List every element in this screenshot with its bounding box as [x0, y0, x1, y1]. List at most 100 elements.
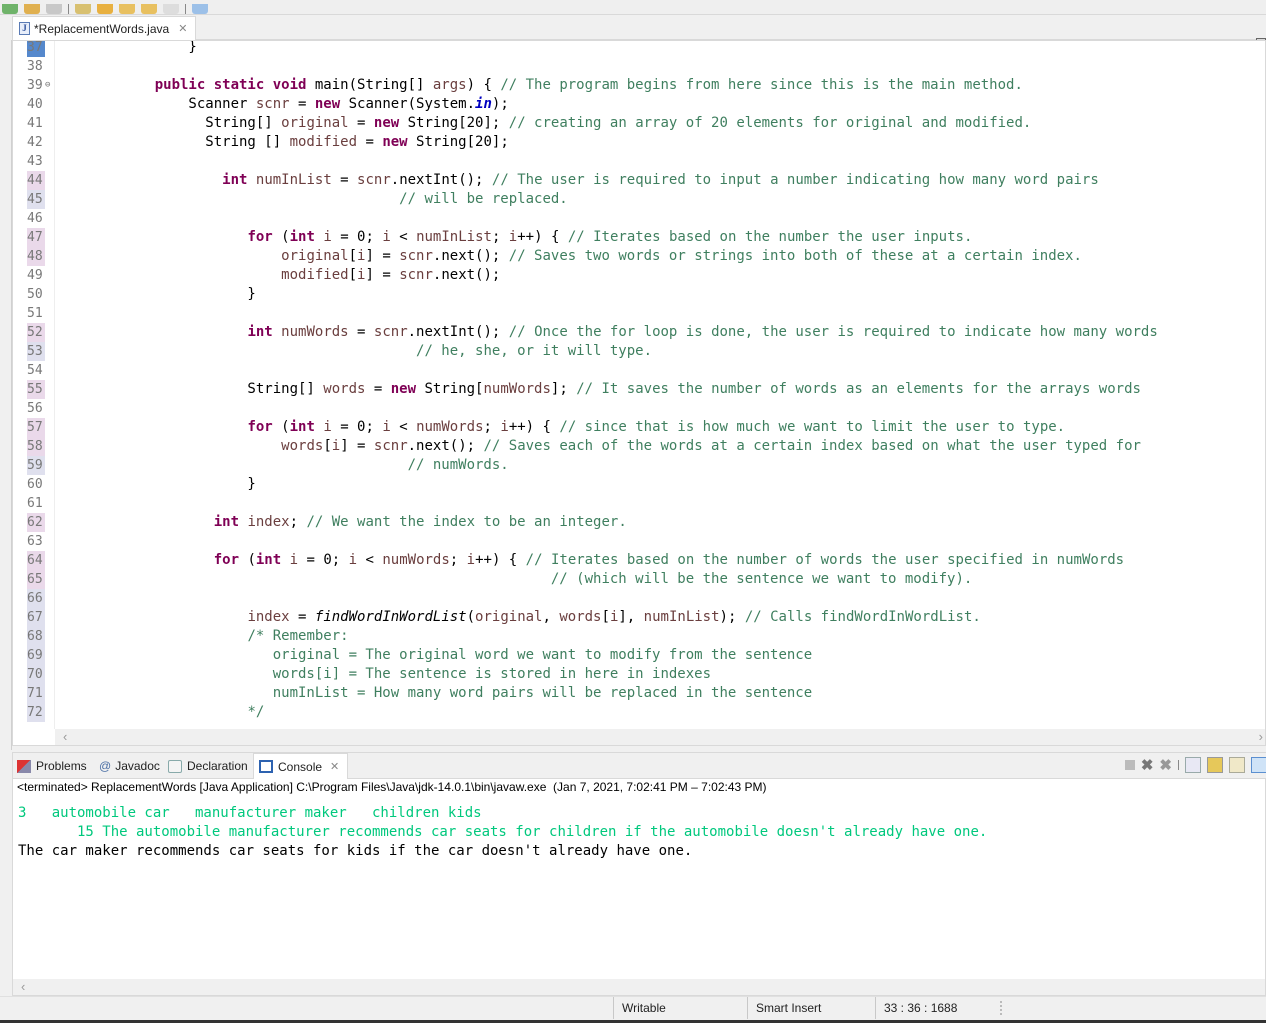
fold-toggle-icon[interactable]: ⊖ — [45, 76, 50, 95]
new-icon[interactable] — [2, 4, 18, 14]
code-line[interactable]: 55 String[] words = new String[numWords]… — [13, 380, 1265, 399]
forward-disabled-icon[interactable] — [163, 4, 179, 14]
code-text: } — [121, 41, 196, 57]
display-console-icon[interactable] — [1251, 757, 1266, 773]
code-line[interactable]: 66 — [13, 589, 1265, 608]
code-line[interactable]: 69 original = The original word we want … — [13, 646, 1265, 665]
code-token: .next(); — [432, 248, 509, 264]
code-line[interactable]: 38 — [13, 57, 1265, 76]
remove-launch-icon[interactable]: ✖ — [1141, 756, 1154, 774]
code-line[interactable]: 53 // he, she, or it will type. — [13, 342, 1265, 361]
line-number: 58 — [27, 437, 45, 456]
code-token: scnr — [373, 438, 408, 454]
open-folder-icon[interactable] — [24, 4, 40, 14]
console-output[interactable]: 3 automobile car manufacturer maker chil… — [13, 797, 1265, 977]
code-line[interactable]: 48 original[i] = scnr.next(); // Saves t… — [13, 247, 1265, 266]
back-icon[interactable] — [119, 4, 135, 14]
code-line[interactable]: 68 /* Remember: — [13, 627, 1265, 646]
code-text: numInList = How many word pairs will be … — [121, 684, 812, 703]
line-number: 72 — [27, 703, 45, 722]
line-number: 65 — [27, 570, 45, 589]
launch-status: <terminated> ReplacementWords [Java Appl… — [17, 780, 767, 794]
javadoc-icon: @ — [99, 759, 112, 773]
code-line[interactable]: 62 int index; // We want the index to be… — [13, 513, 1265, 532]
code-line[interactable]: 49 modified[i] = scnr.next(); — [13, 266, 1265, 285]
code-line[interactable]: 65 // (which will be the sentence we wan… — [13, 570, 1265, 589]
line-number: 68 — [27, 627, 45, 646]
close-icon[interactable]: ✕ — [330, 760, 339, 773]
code-line[interactable]: 45 // will be replaced. — [13, 190, 1265, 209]
code-token: words — [323, 381, 366, 397]
remove-all-terminated-icon[interactable]: ✖ — [1159, 756, 1172, 774]
task-icon[interactable] — [75, 4, 91, 14]
code-token: i — [466, 552, 476, 568]
code-line[interactable]: 63 — [13, 532, 1265, 551]
code-editor[interactable]: 37 } 38 39 ⊖ public static void main(String… — [12, 40, 1266, 746]
code-line[interactable]: 46 — [13, 209, 1265, 228]
code-token: ], — [618, 609, 644, 625]
code-line[interactable]: 47 for (int i = 0; i < numInList; i++) {… — [13, 228, 1265, 247]
annotation-nav-icon[interactable] — [97, 4, 113, 14]
code-line[interactable]: 39 ⊖ public static void main(String[] arg… — [13, 76, 1265, 95]
code-line[interactable]: 60 } — [13, 475, 1265, 494]
close-icon[interactable]: ✕ — [178, 22, 187, 35]
code-line[interactable]: 40 Scanner scnr = new Scanner(System.in)… — [13, 95, 1265, 114]
code-line[interactable]: 54 — [13, 361, 1265, 380]
code-line[interactable]: 67 index = findWordInWordList(original, … — [13, 608, 1265, 627]
code-token: // Saves each of the words at a certain … — [483, 438, 1141, 454]
edit-icon[interactable] — [46, 4, 62, 14]
code-token: ( — [272, 419, 290, 435]
scroll-left-icon[interactable]: ‹ — [63, 729, 67, 744]
code-token: // Saves two words or strings into both … — [508, 248, 1082, 264]
code-line[interactable]: 71 numInList = How many word pairs will … — [13, 684, 1265, 703]
line-number: 38 — [27, 59, 43, 74]
scroll-right-icon[interactable]: › — [1259, 729, 1263, 744]
code-line[interactable]: 43 — [13, 152, 1265, 171]
scroll-left-icon[interactable]: ‹ — [21, 979, 25, 994]
line-number: 46 — [27, 211, 43, 226]
code-token: [ — [323, 438, 332, 454]
code-text: int numInList = scnr.nextInt(); // The u… — [121, 171, 1099, 190]
code-line[interactable]: 50 } — [13, 285, 1265, 304]
code-line[interactable]: 72 */ — [13, 703, 1265, 722]
code-line[interactable]: 42 String [] modified = new String[20]; — [13, 133, 1265, 152]
editor-tab-replacementwords[interactable]: J *ReplacementWords.java ✕ — [12, 16, 196, 40]
tab-console[interactable]: Console ✕ — [253, 753, 349, 779]
status-grip[interactable] — [1000, 1001, 1002, 1015]
tab-declaration[interactable]: Declaration — [168, 753, 248, 779]
code-line[interactable]: 59 // numWords. — [13, 456, 1265, 475]
terminate-icon[interactable] — [1124, 760, 1135, 770]
code-token: } — [121, 286, 256, 302]
code-line[interactable]: 61 — [13, 494, 1265, 513]
code-token: int — [289, 419, 315, 435]
word-wrap-icon[interactable] — [1229, 757, 1245, 773]
code-token: i — [382, 419, 391, 435]
console-horizontal-scrollbar[interactable]: ‹ — [13, 979, 1265, 995]
code-token: = 0; — [298, 552, 349, 568]
code-line[interactable]: 58 words[i] = scnr.next(); // Saves each… — [13, 437, 1265, 456]
code-token: String[20]; — [399, 115, 509, 131]
forward-icon[interactable] — [141, 4, 157, 14]
code-line[interactable]: 51 — [13, 304, 1265, 323]
perspective-icon[interactable] — [192, 4, 208, 14]
tab-problems[interactable]: Problems — [17, 753, 87, 779]
scroll-lock-icon[interactable] — [1207, 757, 1223, 773]
code-token: ] = — [365, 267, 400, 283]
editor-horizontal-scrollbar[interactable]: ‹ › — [55, 729, 1265, 745]
code-token: ; — [483, 419, 501, 435]
code-line[interactable]: 44 int numInList = scnr.nextInt(); // Th… — [13, 171, 1265, 190]
code-line[interactable]: 64 for (int i = 0; i < numWords; i++) { … — [13, 551, 1265, 570]
code-line[interactable]: 37 } — [13, 41, 1265, 57]
tab-javadoc[interactable]: @ Javadoc — [99, 753, 160, 779]
code-line[interactable]: 70 words[i] = The sentence is stored in … — [13, 665, 1265, 684]
code-line[interactable]: 56 — [13, 399, 1265, 418]
toolbar-separator — [68, 4, 69, 14]
code-line[interactable]: 52 int numWords = scnr.nextInt(); // Onc… — [13, 323, 1265, 342]
clear-console-icon[interactable] — [1185, 757, 1201, 773]
code-line[interactable]: 41 String[] original = new String[20]; /… — [13, 114, 1265, 133]
code-token: [ — [348, 267, 358, 283]
code-line[interactable]: 57 for (int i = 0; i < numWords; i++) { … — [13, 418, 1265, 437]
